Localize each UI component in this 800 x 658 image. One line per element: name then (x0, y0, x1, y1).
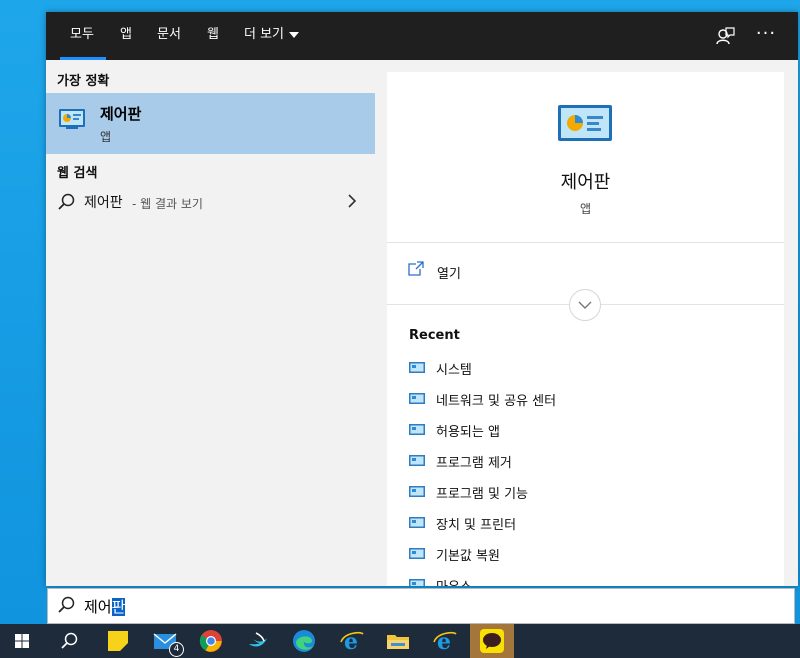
recent-item[interactable]: 네트워크 및 공유 센터 (409, 385, 769, 416)
control-panel-small-icon (409, 514, 425, 533)
taskbar: 4 e e (0, 624, 800, 658)
recent-item-label: 프로그램 및 기능 (436, 487, 528, 502)
windows-start-icon[interactable] (0, 624, 44, 658)
search-panel: 모두 앱 문서 웹 더 보기 ··· 가장 정확 제어판 앱 웹 검색 제어판 … (46, 12, 798, 586)
edge-icon[interactable] (282, 624, 326, 658)
control-panel-small-icon (409, 576, 425, 586)
tab-more[interactable]: 더 보기 (244, 12, 300, 60)
filter-bar: 모두 앱 문서 웹 더 보기 ··· (46, 12, 798, 60)
chrome-icon[interactable] (189, 624, 233, 658)
recent-item-label: 마우스 (436, 576, 472, 586)
control-panel-small-icon (409, 545, 425, 564)
recent-list: 시스템 네트워크 및 공유 센터 허용되는 앱 프로그램 제거 프로그램 및 기… (409, 354, 769, 586)
best-match-heading: 가장 정확 (57, 74, 110, 89)
recent-item[interactable]: 마우스 (409, 571, 769, 586)
tab-more-label: 더 보기 (244, 27, 285, 42)
search-selected-text: 판 (111, 598, 126, 616)
chevron-right-icon[interactable] (345, 191, 359, 215)
best-match-subtitle: 앱 (100, 130, 112, 144)
recent-item[interactable]: 프로그램 제거 (409, 447, 769, 478)
best-match-title: 제어판 (100, 105, 142, 123)
web-search-suffix: - 웹 결과 보기 (132, 197, 203, 211)
recent-item-label: 프로그램 제거 (436, 456, 512, 471)
control-panel-small-icon (409, 421, 425, 440)
control-panel-small-icon (409, 390, 425, 409)
tab-all[interactable]: 모두 (60, 12, 106, 60)
web-search-term: 제어판 (84, 195, 123, 211)
web-search-result[interactable]: 제어판 - 웹 결과 보기 (46, 188, 375, 218)
recent-item[interactable]: 허용되는 앱 (409, 416, 769, 447)
recent-item-label: 기본값 복원 (436, 549, 500, 564)
control-panel-small-icon (409, 483, 425, 502)
search-icon (56, 595, 76, 619)
tab-documents[interactable]: 문서 (157, 12, 181, 60)
results-list: 가장 정확 제어판 앱 웹 검색 제어판 - 웹 결과 보기 (46, 60, 375, 586)
preview-pane: 제어판 앱 열기 Recent 시스템 네트워크 및 공유 센터 허용되는 앱 … (387, 72, 784, 586)
open-window-icon (407, 260, 425, 282)
tab-apps[interactable]: 앱 (120, 12, 132, 60)
recent-item[interactable]: 기본값 복원 (409, 540, 769, 571)
search-query: 제어판 (84, 596, 126, 617)
more-options-icon[interactable]: ··· (754, 25, 778, 47)
ie-icon[interactable]: e (423, 624, 467, 658)
recent-item-label: 네트워크 및 공유 센터 (436, 394, 557, 409)
best-match-result[interactable]: 제어판 앱 (46, 93, 375, 154)
ie-icon[interactable]: e (330, 624, 374, 658)
search-typed-text: 제어 (84, 598, 112, 616)
search-icon[interactable] (47, 624, 91, 658)
chevron-down-icon (578, 301, 592, 309)
recent-item-label: 시스템 (436, 363, 472, 378)
open-label: 열기 (437, 267, 461, 282)
control-panel-icon (58, 107, 86, 135)
expand-button[interactable] (569, 289, 601, 321)
control-panel-large-icon (557, 104, 613, 148)
recent-item[interactable]: 프로그램 및 기능 (409, 478, 769, 509)
preview-app-subtitle: 앱 (579, 202, 592, 216)
search-icon (56, 192, 76, 216)
divider (387, 242, 784, 243)
web-search-heading: 웹 검색 (57, 166, 98, 181)
control-panel-small-icon (409, 452, 425, 471)
file-explorer-icon[interactable] (376, 624, 420, 658)
recent-item-label: 허용되는 앱 (436, 425, 500, 440)
sticky-notes-icon[interactable] (96, 624, 140, 658)
tab-web[interactable]: 웹 (207, 12, 219, 60)
caret-down-icon (289, 31, 300, 38)
mail-badge: 4 (169, 642, 184, 657)
control-panel-small-icon (409, 359, 425, 378)
recent-item[interactable]: 시스템 (409, 354, 769, 385)
mail-icon[interactable]: 4 (143, 624, 187, 658)
recent-heading: Recent (409, 328, 460, 343)
recent-item-label: 장치 및 프린터 (436, 518, 517, 533)
search-input[interactable]: 제어판 (47, 588, 795, 624)
feedback-icon[interactable] (714, 25, 736, 47)
preview-app-title: 제어판 (560, 172, 611, 193)
swift-icon[interactable] (236, 624, 280, 658)
recent-item[interactable]: 장치 및 프린터 (409, 509, 769, 540)
kakaotalk-icon[interactable] (470, 624, 514, 658)
